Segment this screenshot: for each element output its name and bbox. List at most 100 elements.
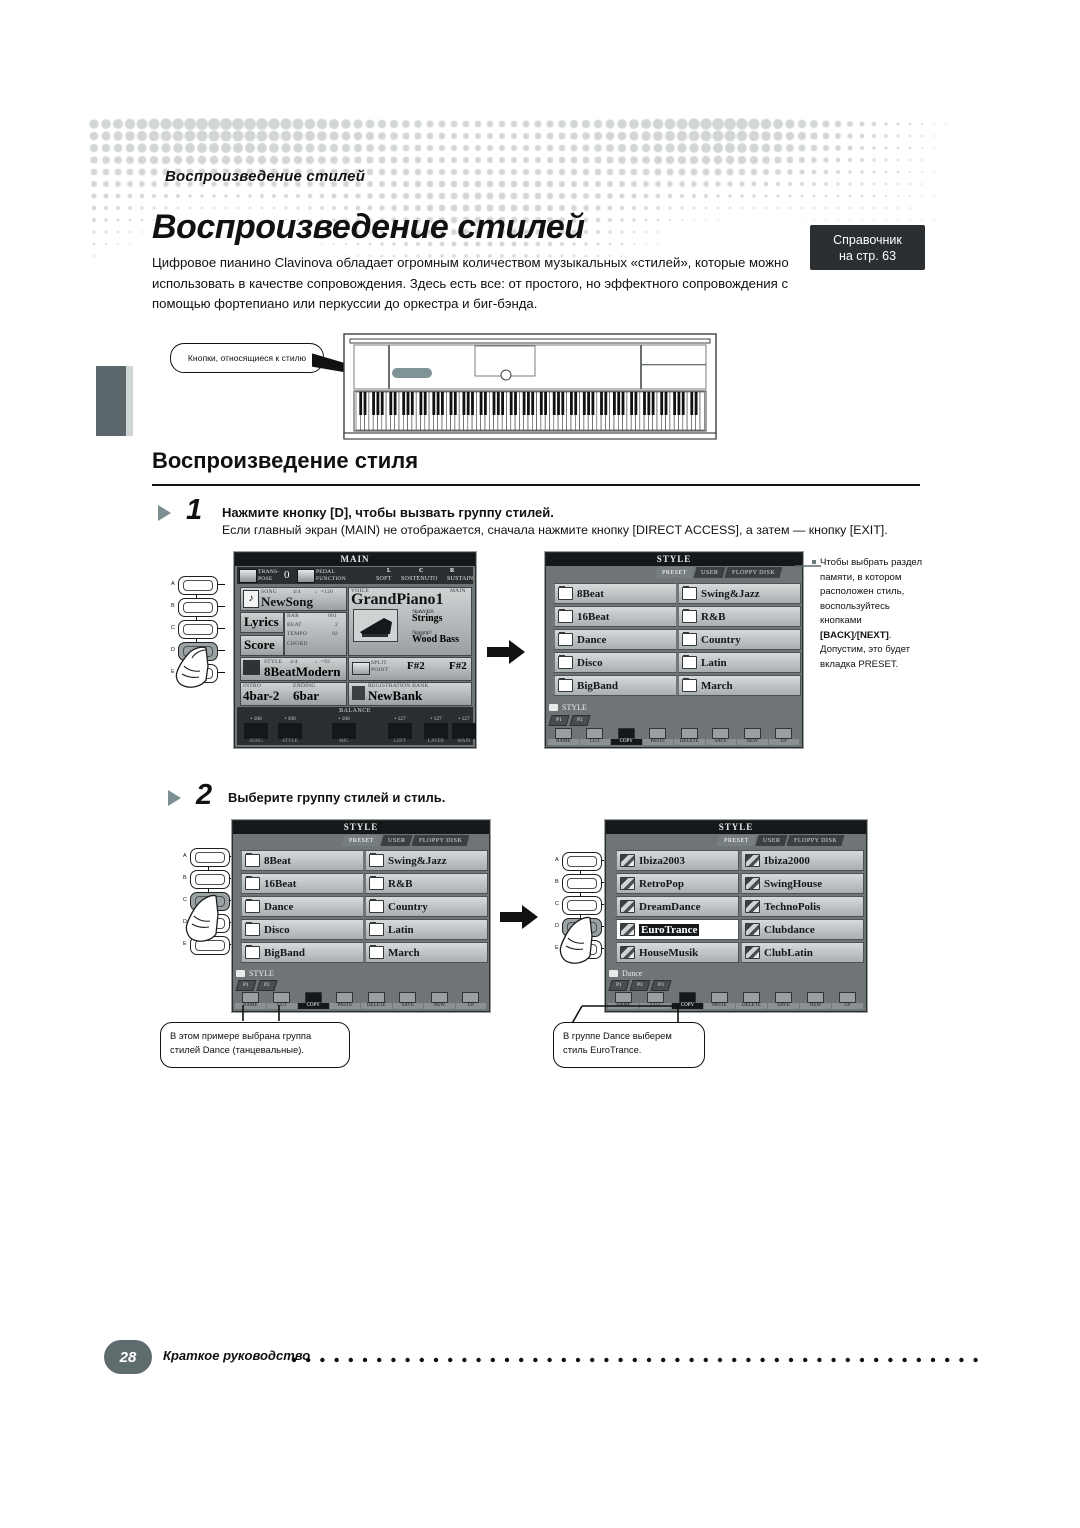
balance-slider[interactable]: • 100 MIC: [331, 716, 357, 744]
style-slot[interactable]: 8Beat: [552, 583, 677, 604]
folder-icon: [558, 655, 573, 669]
page-tab-p2[interactable]: P2: [256, 980, 278, 991]
keyboard-icon: [239, 569, 257, 583]
balance-slider[interactable]: • 127 LEFT: [387, 716, 413, 744]
soft-button-paste[interactable]: PASTE: [642, 728, 673, 745]
soft-button-delete[interactable]: DELETE: [674, 728, 705, 745]
memory-tab-user[interactable]: USER: [755, 835, 788, 846]
style-slot[interactable]: Clubdance: [739, 919, 864, 940]
panel-button-b[interactable]: [562, 874, 602, 893]
page-tab-p1[interactable]: P1: [608, 980, 630, 991]
style-slot[interactable]: Latin: [363, 919, 488, 940]
memory-tab-preset[interactable]: PRESET: [654, 567, 695, 578]
soft-button-row[interactable]: NAME CUT COPY PASTE DELETE SAVE NEW UP: [548, 728, 800, 745]
pedal-label-2: FUNCTION: [316, 576, 346, 582]
page-tabs[interactable]: P1 P2: [235, 980, 279, 991]
panel-button-b[interactable]: [178, 598, 218, 617]
balance-slider[interactable]: • 127 MAIN: [451, 716, 477, 744]
page-tab-p1[interactable]: P1: [235, 980, 257, 991]
bar-value: 001: [328, 613, 337, 619]
transpose-label-1: TRANS-: [258, 569, 280, 575]
balance-slider[interactable]: • 100 STYLE: [277, 716, 303, 744]
style-slot[interactable]: EuroTrance: [614, 919, 739, 940]
style-slot[interactable]: TechnoPolis: [739, 896, 864, 917]
style-slot[interactable]: March: [676, 675, 801, 696]
style-icon: [243, 660, 260, 675]
page-tab-p1[interactable]: P1: [548, 715, 570, 726]
panel-button-a[interactable]: [178, 576, 218, 595]
soft-button-up[interactable]: UP: [768, 728, 799, 745]
soft-button-up[interactable]: UP: [832, 992, 863, 1009]
balance-slider[interactable]: • 127 LAYER: [423, 716, 449, 744]
soft-button-new[interactable]: NEW: [424, 992, 455, 1009]
style-slot[interactable]: Country: [363, 896, 488, 917]
style-slot[interactable]: March: [363, 942, 488, 963]
page-tabs[interactable]: P1 P2 P3: [608, 980, 672, 991]
page-tab-p2[interactable]: P2: [629, 980, 651, 991]
soft-button-icon: [336, 992, 354, 1003]
style-slot[interactable]: 16Beat: [552, 606, 677, 627]
soft-button-save[interactable]: SAVE: [705, 728, 736, 745]
memory-tabs[interactable]: PRESET USER FLOPPY DISK: [341, 835, 470, 846]
memory-tab-user[interactable]: USER: [380, 835, 413, 846]
panel-button-a[interactable]: [562, 852, 602, 871]
folder-icon: [245, 922, 260, 936]
soft-button-delete[interactable]: DELETE: [361, 992, 392, 1009]
panel-button-letter-b: B: [555, 879, 559, 885]
style-slot[interactable]: Latin: [676, 652, 801, 673]
soft-button-delete[interactable]: DELETE: [736, 992, 767, 1009]
soft-button-name[interactable]: NAME: [548, 728, 579, 745]
folder-icon: [682, 609, 697, 623]
soft-button-label: SAVE: [705, 739, 736, 745]
memory-tab-preset[interactable]: PRESET: [716, 835, 757, 846]
style-slot[interactable]: 8Beat: [239, 850, 364, 871]
panel-button-b[interactable]: [190, 870, 230, 889]
soft-button-save[interactable]: SAVE: [392, 992, 423, 1009]
style-slot[interactable]: R&B: [676, 606, 801, 627]
balance-slider[interactable]: • 100 SONG: [243, 716, 269, 744]
style-slot[interactable]: Ibiza2000: [739, 850, 864, 871]
style-slot[interactable]: DreamDance: [614, 896, 739, 917]
memory-tab-preset[interactable]: PRESET: [341, 835, 382, 846]
soft-button-icon: [680, 728, 698, 739]
folder-icon: [369, 945, 384, 959]
style-slot[interactable]: Dance: [552, 629, 677, 650]
soft-button-new[interactable]: NEW: [737, 728, 768, 745]
style-slot[interactable]: 16Beat: [239, 873, 364, 894]
style-slot[interactable]: Swing&Jazz: [676, 583, 801, 604]
style-slot[interactable]: ClubLatin: [739, 942, 864, 963]
soft-button-paste[interactable]: PASTE: [704, 992, 735, 1009]
page-tab-p3[interactable]: P3: [650, 980, 672, 991]
style-slot[interactable]: BigBand: [239, 942, 364, 963]
callout-right: В группе Dance выберем стиль EuroTrance.: [553, 1022, 705, 1068]
style-slot[interactable]: SwingHouse: [739, 873, 864, 894]
style-slot[interactable]: Ibiza2003: [614, 850, 739, 871]
memory-tab-floppy-disk[interactable]: FLOPPY DISK: [724, 567, 783, 578]
reference-line-2: на стр. 63: [838, 248, 897, 263]
style-slot[interactable]: Swing&Jazz: [363, 850, 488, 871]
memory-tabs[interactable]: PRESET USER FLOPPY DISK: [716, 835, 845, 846]
style-slot[interactable]: Disco: [552, 652, 677, 673]
style-slot-label: R&B: [388, 877, 413, 890]
soft-button-cut[interactable]: CUT: [579, 728, 610, 745]
soft-button-up[interactable]: UP: [455, 992, 486, 1009]
panel-button-a[interactable]: [190, 848, 230, 867]
page-tabs[interactable]: P1 P2: [548, 715, 592, 726]
style-slot[interactable]: Disco: [239, 919, 364, 940]
pedal-sustain: SUSTAIN: [447, 576, 474, 582]
main-screen-title: MAIN: [235, 553, 475, 566]
memory-tab-floppy-disk[interactable]: FLOPPY DISK: [786, 835, 845, 846]
memory-tab-user[interactable]: USER: [693, 567, 726, 578]
memory-tabs[interactable]: PRESET USER FLOPPY DISK: [654, 567, 783, 578]
style-slot[interactable]: RetroPop: [614, 873, 739, 894]
style-slot[interactable]: HouseMusik: [614, 942, 739, 963]
style-slot[interactable]: R&B: [363, 873, 488, 894]
soft-button-new[interactable]: NEW: [800, 992, 831, 1009]
style-slot[interactable]: Dance: [239, 896, 364, 917]
style-slot[interactable]: BigBand: [552, 675, 677, 696]
soft-button-save[interactable]: SAVE: [768, 992, 799, 1009]
style-slot[interactable]: Country: [676, 629, 801, 650]
page-tab-p2[interactable]: P2: [569, 715, 591, 726]
memory-tab-floppy-disk[interactable]: FLOPPY DISK: [411, 835, 470, 846]
soft-button-copy[interactable]: COPY: [611, 728, 642, 745]
